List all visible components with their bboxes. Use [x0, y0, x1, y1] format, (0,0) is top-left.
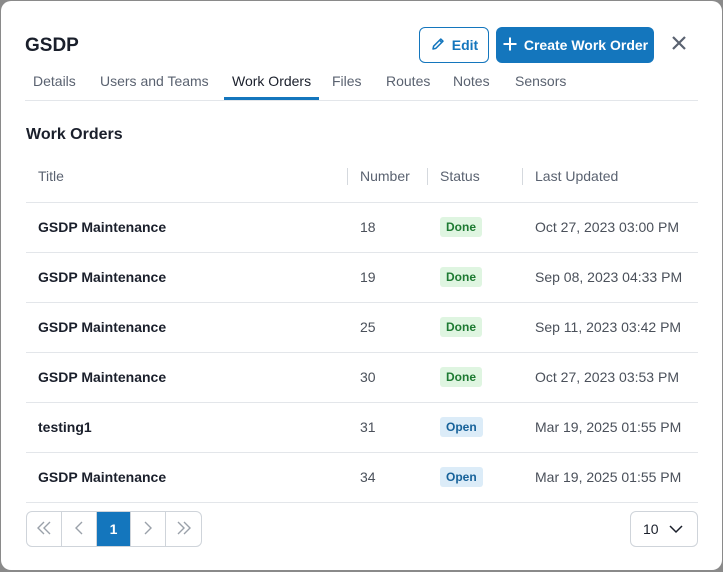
last-page-button[interactable] — [166, 512, 201, 546]
chevron-left-icon — [74, 521, 84, 538]
pencil-icon — [430, 36, 446, 55]
table-row[interactable]: GSDP Maintenance 18 Done Oct 27, 2023 03… — [26, 203, 698, 253]
page-size-value: 10 — [643, 521, 659, 537]
row-number: 25 — [360, 319, 376, 335]
table-row[interactable]: GSDP Maintenance 30 Done Oct 27, 2023 03… — [26, 353, 698, 403]
row-last-updated: Mar 19, 2025 01:55 PM — [535, 469, 682, 485]
work-orders-table: Title Number Status Last Updated GSDP Ma… — [26, 151, 698, 503]
edit-button-label: Edit — [451, 37, 479, 53]
first-page-button[interactable] — [27, 512, 62, 546]
page-size-select[interactable]: 10 — [630, 511, 698, 547]
row-last-updated: Oct 27, 2023 03:00 PM — [535, 219, 679, 235]
double-chevron-left-icon — [36, 521, 52, 538]
double-chevron-right-icon — [176, 521, 192, 538]
column-divider — [347, 168, 348, 185]
row-number: 34 — [360, 469, 376, 485]
page-button-current[interactable]: 1 — [96, 512, 132, 546]
create-work-order-button[interactable]: Create Work Order — [496, 27, 654, 63]
column-header-title[interactable]: Title — [38, 168, 64, 184]
column-divider — [522, 168, 523, 185]
row-last-updated: Sep 08, 2023 04:33 PM — [535, 269, 683, 285]
table-row[interactable]: GSDP Maintenance 34 Open Mar 19, 2025 01… — [26, 453, 698, 503]
create-work-order-label: Create Work Order — [523, 37, 649, 53]
tab-files[interactable]: Files — [324, 73, 370, 100]
edit-button[interactable]: Edit — [419, 27, 489, 63]
dialog-title: GSDP — [25, 35, 79, 56]
status-badge: Done — [440, 367, 482, 387]
tab-bar: Details Users and Teams Work Orders File… — [25, 67, 698, 101]
status-badge: Open — [440, 417, 483, 437]
column-header-last-updated[interactable]: Last Updated — [535, 168, 618, 184]
row-last-updated: Sep 11, 2023 03:42 PM — [535, 319, 682, 335]
row-title: GSDP Maintenance — [38, 269, 167, 285]
column-header-status[interactable]: Status — [440, 168, 480, 184]
row-number: 19 — [360, 269, 376, 285]
row-title: testing1 — [38, 419, 92, 435]
row-last-updated: Oct 27, 2023 03:53 PM — [535, 369, 679, 385]
row-title: GSDP Maintenance — [38, 369, 167, 385]
chevron-down-icon — [669, 521, 683, 537]
row-last-updated: Mar 19, 2025 01:55 PM — [535, 419, 682, 435]
close-icon — [672, 35, 686, 55]
previous-page-button[interactable] — [62, 512, 97, 546]
row-title: GSDP Maintenance — [38, 219, 167, 235]
chevron-right-icon — [143, 521, 153, 538]
tab-details[interactable]: Details — [25, 73, 84, 100]
row-number: 31 — [360, 419, 376, 435]
tab-work-orders[interactable]: Work Orders — [224, 73, 320, 100]
column-divider — [427, 168, 428, 185]
row-title: GSDP Maintenance — [38, 469, 167, 485]
status-badge: Done — [440, 267, 482, 287]
row-number: 30 — [360, 369, 376, 385]
table-row[interactable]: GSDP Maintenance 19 Done Sep 08, 2023 04… — [26, 253, 698, 303]
tab-sensors[interactable]: Sensors — [507, 73, 574, 100]
close-button[interactable] — [669, 35, 689, 55]
table-row[interactable]: GSDP Maintenance 25 Done Sep 11, 2023 03… — [26, 303, 698, 353]
table-header: Title Number Status Last Updated — [26, 151, 698, 203]
pagination: 1 — [26, 511, 202, 547]
status-badge: Open — [440, 467, 483, 487]
row-number: 18 — [360, 219, 376, 235]
next-page-button[interactable] — [131, 512, 167, 546]
column-header-number[interactable]: Number — [360, 168, 410, 184]
section-title: Work Orders — [26, 126, 123, 143]
table-row[interactable]: testing1 31 Open Mar 19, 2025 01:55 PM — [26, 403, 698, 453]
row-title: GSDP Maintenance — [38, 319, 167, 335]
plus-icon — [502, 36, 518, 55]
status-badge: Done — [440, 317, 482, 337]
tab-routes[interactable]: Routes — [378, 73, 438, 100]
tab-users-and-teams[interactable]: Users and Teams — [92, 73, 217, 100]
status-badge: Done — [440, 217, 482, 237]
tab-notes[interactable]: Notes — [445, 73, 498, 100]
work-orders-dialog: GSDP Edit Create Work Order Details User… — [1, 1, 722, 570]
dialog-header: GSDP Edit Create Work Order — [25, 27, 698, 63]
